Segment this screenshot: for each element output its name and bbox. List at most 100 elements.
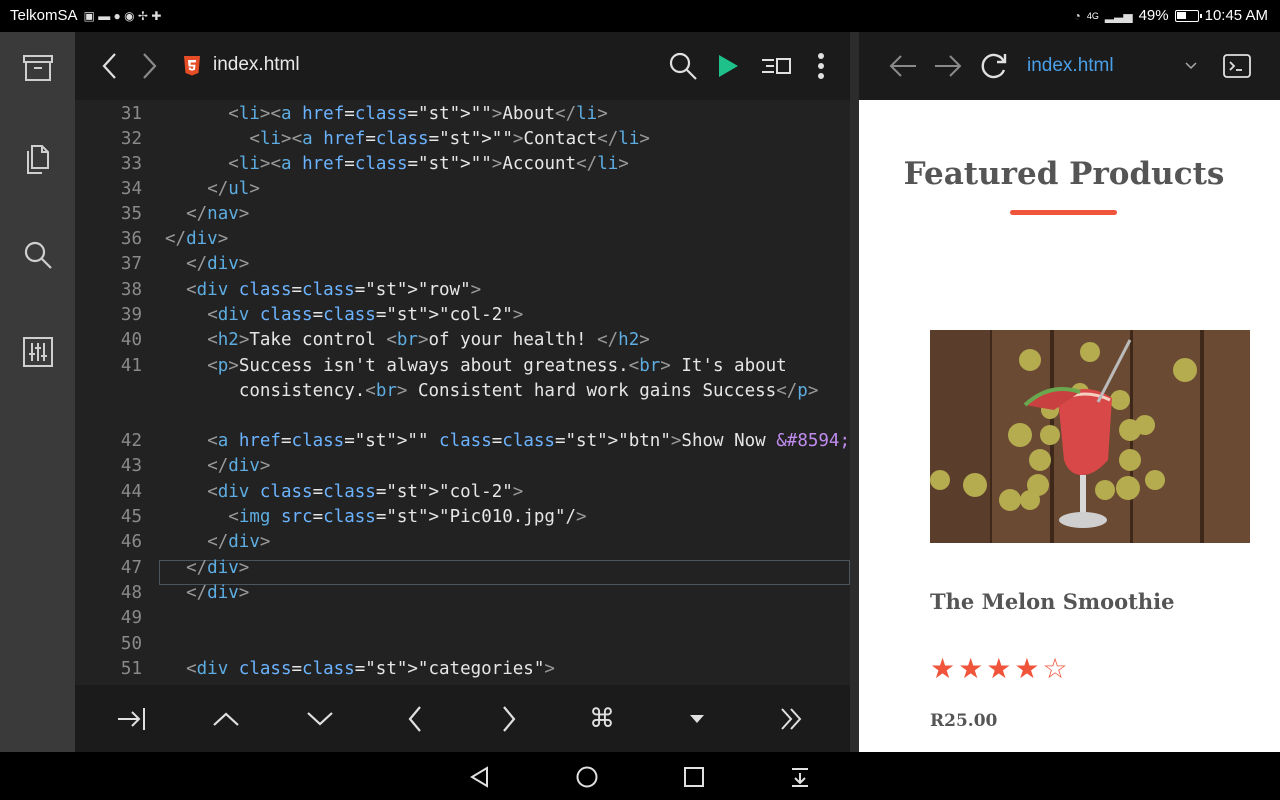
line-number: 45 bbox=[120, 507, 142, 527]
carrier-label: TelkomSA bbox=[10, 7, 78, 24]
forward-icon[interactable] bbox=[129, 46, 169, 86]
back-icon[interactable] bbox=[90, 46, 130, 86]
format-icon[interactable] bbox=[756, 46, 796, 86]
more-icon[interactable] bbox=[801, 46, 841, 86]
battery-icon bbox=[1174, 9, 1202, 22]
search-icon[interactable] bbox=[663, 46, 703, 86]
notification-icons: ▣ ▬ ● ◉ ✢ ✚ bbox=[83, 8, 162, 23]
left-sidebar bbox=[0, 32, 75, 752]
line-number: 35 bbox=[120, 204, 142, 224]
product-price: R25.00 bbox=[930, 711, 998, 731]
wifi-icon: ◔ bbox=[1073, 8, 1081, 23]
files-icon[interactable] bbox=[18, 140, 58, 180]
preview-page: Featured Products The Melon Smoothie ★ ★… bbox=[859, 100, 1280, 752]
left-icon[interactable] bbox=[393, 699, 437, 739]
archive-icon[interactable] bbox=[18, 48, 58, 88]
nav-notifications-icon[interactable] bbox=[785, 762, 815, 792]
android-nav-bar bbox=[0, 752, 1280, 800]
code-text: </div> bbox=[186, 583, 250, 603]
line-number: 37 bbox=[120, 254, 142, 274]
line-number: 51 bbox=[120, 659, 142, 679]
code-text: </div> bbox=[207, 456, 271, 476]
star-filled-icon: ★ bbox=[958, 652, 984, 685]
chevron-down-icon[interactable] bbox=[1171, 46, 1211, 86]
line-number: 32 bbox=[120, 129, 142, 149]
status-right: ◔ 4G ▂▃▅ 49% 10:45 AM bbox=[1074, 7, 1268, 24]
code-text: </div> bbox=[165, 229, 229, 249]
nav-recents-icon[interactable] bbox=[679, 762, 709, 792]
star-filled-icon: ★ bbox=[986, 652, 1012, 685]
line-number: 42 bbox=[120, 431, 142, 451]
line-number: 41 bbox=[120, 356, 142, 376]
preview-toolbar: index.html bbox=[859, 32, 1280, 100]
search-icon[interactable] bbox=[18, 235, 58, 275]
code-text: </ul> bbox=[207, 179, 260, 199]
heading-underline bbox=[1010, 210, 1117, 215]
code-text: <p>Success isn't always about greatness.… bbox=[207, 356, 787, 376]
preview-title[interactable]: index.html bbox=[1027, 55, 1114, 77]
code-text: <img src=class="st">"Pic010.jpg"/> bbox=[228, 507, 587, 527]
refresh-icon[interactable] bbox=[974, 46, 1014, 86]
star-empty-icon: ☆ bbox=[1042, 652, 1068, 685]
extra-keys-bar: ⌘ bbox=[75, 685, 850, 752]
up-icon[interactable] bbox=[204, 699, 248, 739]
code-text: <div class=class="st">"row"> bbox=[186, 280, 482, 300]
featured-heading: Featured Products bbox=[903, 156, 1225, 192]
code-text: <li><a href=class="st">"">About</li> bbox=[228, 104, 608, 124]
status-bar: TelkomSA ▣ ▬ ● ◉ ✢ ✚ ◔ 4G ▂▃▅ 49% 10:45 … bbox=[0, 0, 1280, 32]
product-name: The Melon Smoothie bbox=[930, 589, 1175, 614]
current-line-highlight bbox=[159, 560, 850, 585]
battery-percent: 49% bbox=[1138, 7, 1169, 24]
double-chevron-icon[interactable] bbox=[769, 699, 813, 739]
star-filled-icon: ★ bbox=[930, 652, 956, 685]
code-text: </div> bbox=[186, 254, 250, 274]
code-area[interactable]: 31 <li><a href=class="st">"">About</li> 32… bbox=[75, 100, 850, 685]
settings-sliders-icon[interactable] bbox=[18, 332, 58, 372]
editor-toolbar: index.html bbox=[75, 32, 850, 100]
line-number: 44 bbox=[120, 482, 142, 502]
status-left: TelkomSA ▣ ▬ ● ◉ ✢ ✚ bbox=[10, 7, 161, 24]
back-icon[interactable] bbox=[883, 46, 923, 86]
dropdown-icon[interactable] bbox=[675, 699, 719, 739]
code-text: <h2>Take control <br>of your health! </h… bbox=[207, 330, 650, 350]
split-divider[interactable] bbox=[850, 32, 859, 752]
product-image[interactable] bbox=[930, 330, 1250, 543]
star-filled-icon: ★ bbox=[1014, 652, 1040, 685]
line-number: 50 bbox=[120, 634, 142, 654]
line-number: 48 bbox=[120, 583, 142, 603]
line-number: 49 bbox=[120, 608, 142, 628]
line-number: 46 bbox=[120, 532, 142, 552]
html5-icon bbox=[184, 56, 200, 76]
forward-icon[interactable] bbox=[928, 46, 968, 86]
down-icon[interactable] bbox=[298, 699, 342, 739]
line-number: 31 bbox=[120, 104, 142, 124]
rating-stars: ★ ★ ★ ★ ☆ bbox=[930, 655, 1068, 683]
line-number: 38 bbox=[120, 280, 142, 300]
line-number: 43 bbox=[120, 456, 142, 476]
code-text: <a href=class="st">"" class=class="st">"… bbox=[207, 431, 850, 451]
line-number: 36 bbox=[120, 229, 142, 249]
command-icon[interactable]: ⌘ bbox=[580, 699, 624, 739]
console-icon[interactable] bbox=[1217, 46, 1257, 86]
preview-pane: index.html Featured Products The Melon S… bbox=[859, 32, 1280, 752]
line-number: 39 bbox=[120, 305, 142, 325]
code-text: <div class=class="st">"col-2"> bbox=[207, 482, 524, 502]
code-text: <li><a href=class="st">"">Contact</li> bbox=[249, 129, 650, 149]
run-icon[interactable] bbox=[708, 46, 748, 86]
right-icon[interactable] bbox=[487, 699, 531, 739]
code-editor: index.html 31 <li><a href=class="st">"">A… bbox=[75, 32, 850, 752]
editor-filename[interactable]: index.html bbox=[213, 54, 300, 76]
line-number: 40 bbox=[120, 330, 142, 350]
tab-icon[interactable] bbox=[109, 699, 153, 739]
code-text: <div class=class="st">"col-2"> bbox=[207, 305, 524, 325]
line-number: 34 bbox=[120, 179, 142, 199]
battery-fill bbox=[1176, 11, 1186, 19]
code-text: <li><a href=class="st">"">Account</li> bbox=[228, 154, 629, 174]
clock: 10:45 AM bbox=[1204, 7, 1268, 24]
network-type: 4G bbox=[1086, 10, 1099, 21]
code-text: consistency.<br> Consistent hard work ga… bbox=[228, 381, 819, 401]
line-number: 33 bbox=[120, 154, 142, 174]
nav-home-icon[interactable] bbox=[572, 762, 602, 792]
code-text: </div> bbox=[186, 558, 250, 578]
nav-back-icon[interactable] bbox=[465, 762, 495, 792]
